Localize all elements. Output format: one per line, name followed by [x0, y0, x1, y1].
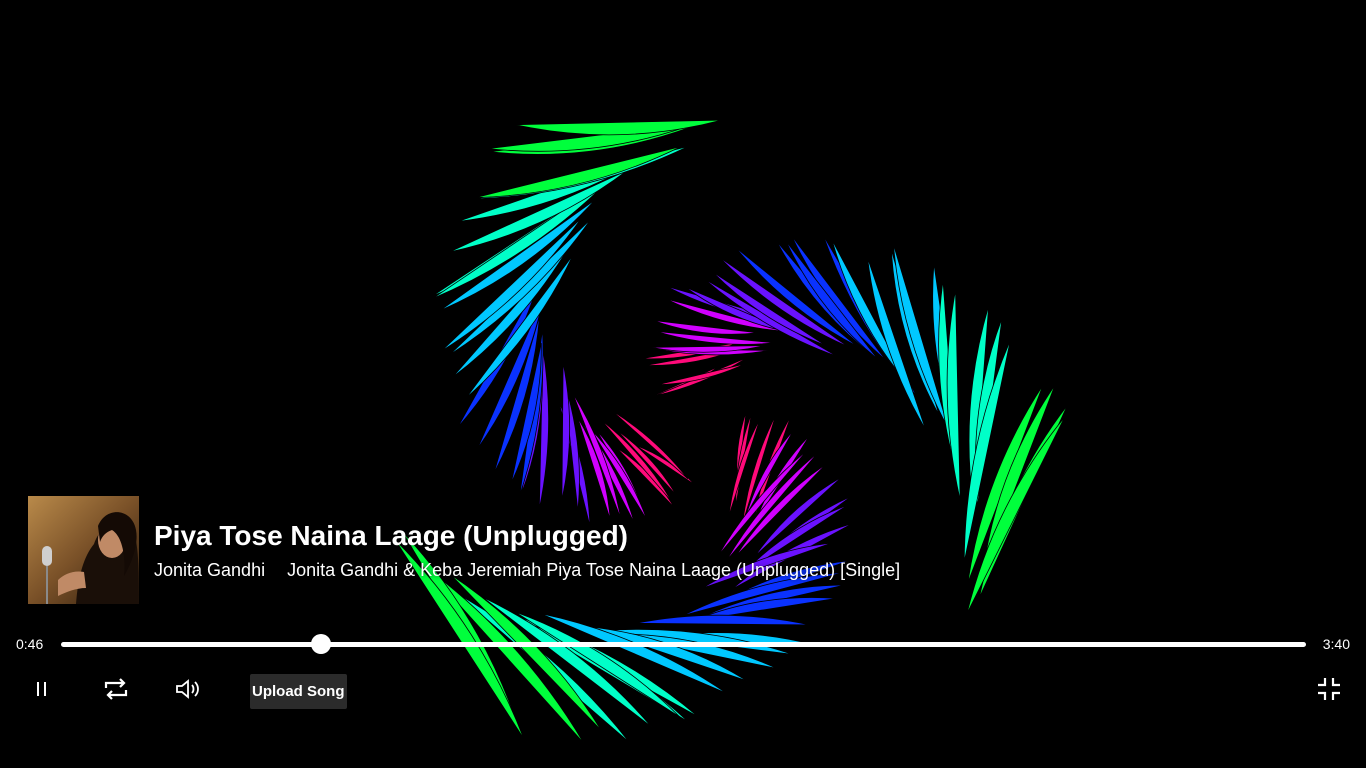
song-title: Piya Tose Naina Laage (Unplugged): [154, 520, 629, 551]
visualizer-feather: [635, 614, 810, 626]
track-text: Piya Tose Naina Laage (Unplugged) Jonita…: [154, 519, 900, 581]
volume-icon: [176, 679, 199, 699]
artist-name: Jonita Gandhi: [154, 560, 266, 580]
upload-song-button[interactable]: Upload Song: [250, 674, 347, 709]
exit-fullscreen-icon: [1318, 678, 1340, 700]
visualizer-feather: [946, 290, 961, 501]
current-time: 0:46: [16, 636, 44, 652]
song-details: Jonita Gandhi & Keba Jeremiah Piya Tose …: [287, 560, 901, 580]
exit-fullscreen-button[interactable]: [1314, 674, 1344, 704]
album-art: [28, 496, 139, 604]
audio-visualizer: [394, 119, 1068, 744]
pause-icon: [37, 682, 46, 696]
seek-bar[interactable]: [61, 634, 1306, 654]
pause-button[interactable]: [26, 674, 56, 704]
seek-thumb[interactable]: [311, 634, 332, 654]
song-meta: Jonita Gandhi Jonita Gandhi & Keba Jeremi…: [154, 559, 900, 581]
player-stage: Piya Tose Naina Laage (Unplugged) Jonita…: [0, 0, 1366, 768]
visualizer-feather: [561, 362, 571, 501]
total-time: 3:40: [1322, 636, 1350, 652]
repeat-icon: [104, 678, 128, 700]
volume-button[interactable]: [172, 674, 204, 704]
visualizer-feather: [514, 119, 722, 136]
repeat-button[interactable]: [100, 674, 132, 704]
track-info: Piya Tose Naina Laage (Unplugged) Jonita…: [28, 496, 900, 604]
